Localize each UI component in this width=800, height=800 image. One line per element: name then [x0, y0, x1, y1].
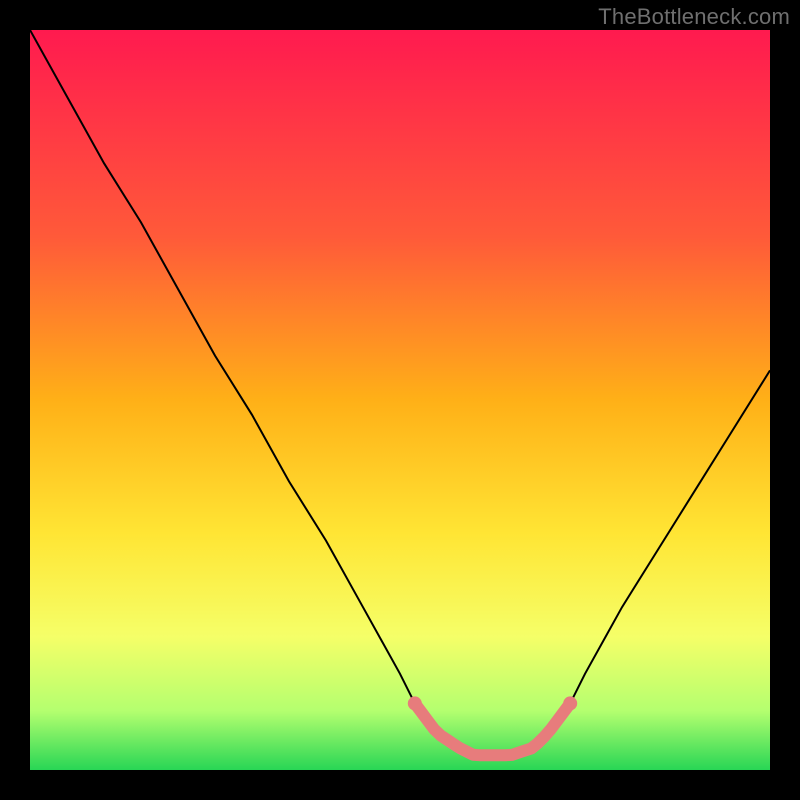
watermark-text: TheBottleneck.com [598, 4, 790, 30]
highlight-end-dot [563, 696, 577, 710]
highlight-start-dot [408, 696, 422, 710]
chart-stage: TheBottleneck.com [0, 0, 800, 800]
chart-plot [30, 30, 770, 770]
gradient-background [30, 30, 770, 770]
